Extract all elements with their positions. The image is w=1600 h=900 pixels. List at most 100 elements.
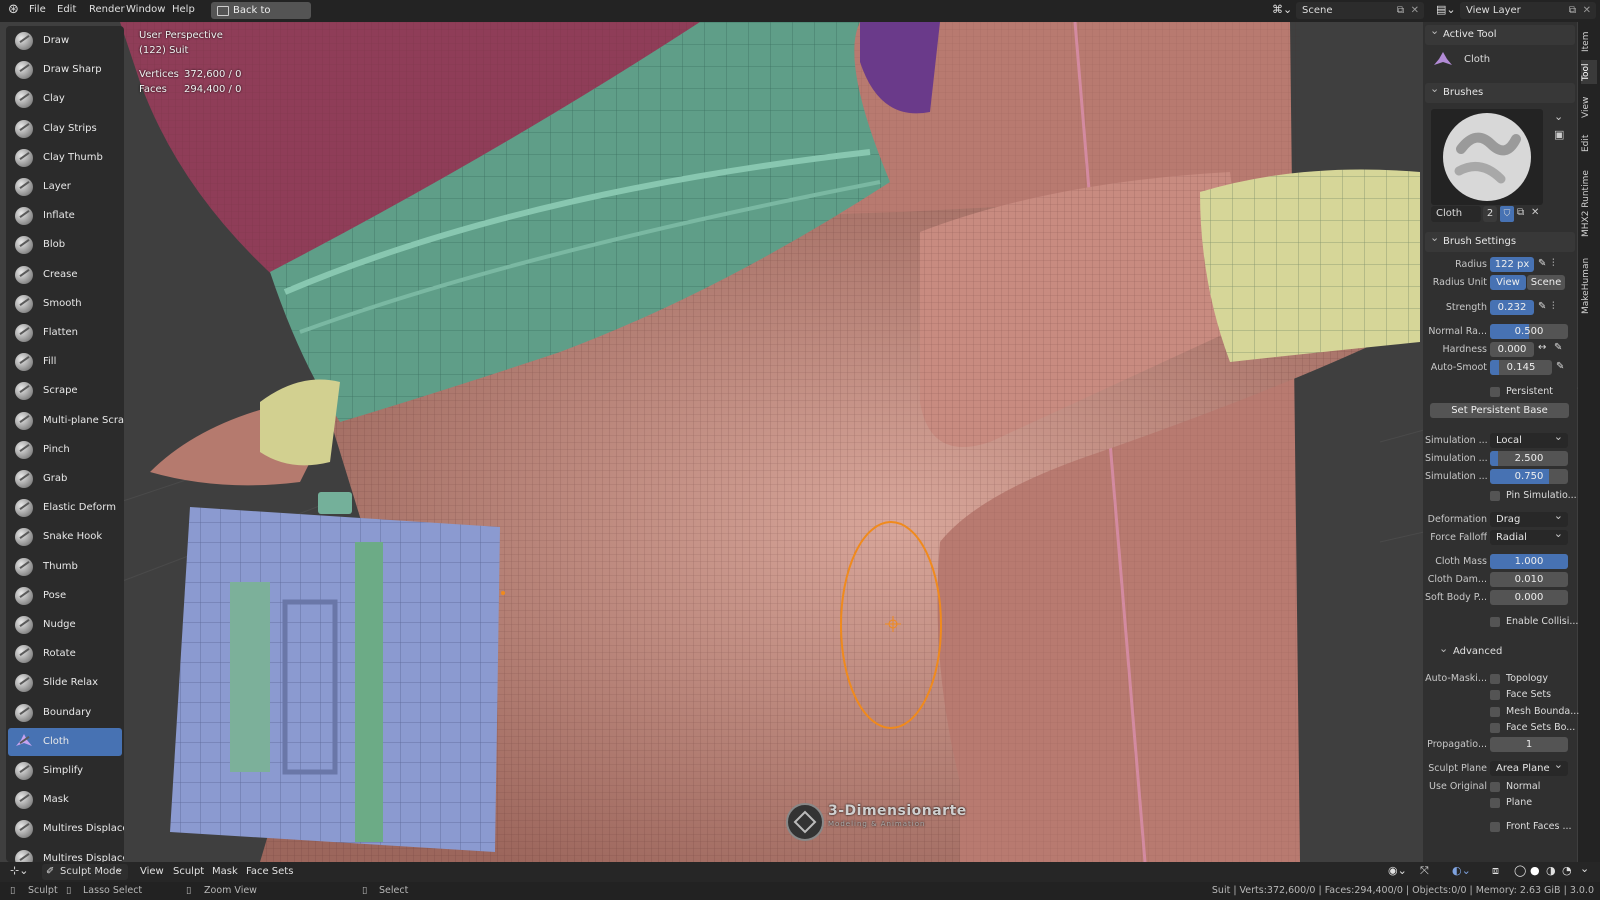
menu-file[interactable]: File — [29, 4, 46, 15]
scene-selector-icon[interactable]: ⌘⌄ — [1272, 3, 1292, 16]
brushes-panel-header[interactable]: Brushes — [1425, 79, 1575, 103]
duplicate-brush-icon[interactable]: ⧉ — [1517, 207, 1524, 218]
back-to-previous-button[interactable]: Back to Previous — [211, 2, 311, 33]
tool-multires-displace[interactable]: Multires Displace... — [8, 815, 124, 843]
tool-clay-strips[interactable]: Clay Strips — [8, 115, 122, 143]
tool-crease[interactable]: Crease — [8, 261, 122, 289]
set-persistent-base-button[interactable]: Set Persistent Base — [1430, 403, 1569, 418]
3d-viewport[interactable]: 3-Dimensionarte Modeling & Animation — [0, 22, 1600, 862]
menu-help[interactable]: Help — [172, 4, 195, 15]
use-original-plane-checkbox[interactable]: Plane — [1490, 797, 1532, 809]
radius-unit-view-button[interactable]: View — [1490, 275, 1526, 290]
pressure-pen-icon[interactable]: ✎ — [1556, 361, 1564, 372]
tool-draw-sharp[interactable]: Draw Sharp — [8, 56, 122, 84]
tool-layer[interactable]: Layer — [8, 173, 122, 201]
cloth-damping-slider[interactable]: 0.010 — [1490, 572, 1568, 587]
simulation-area-dropdown[interactable]: Local — [1490, 429, 1568, 448]
active-tool-panel-header[interactable]: Active Tool — [1425, 21, 1575, 45]
gizmo-icon[interactable]: ⤧ — [1420, 864, 1429, 878]
tab-edit[interactable]: Edit — [1581, 130, 1597, 156]
sculpt-plane-dropdown[interactable]: Area Plane — [1490, 757, 1568, 776]
tool-slide-relax[interactable]: Slide Relax — [8, 669, 122, 697]
auto-mask-face-sets-boundary-checkbox[interactable]: Face Sets Bo... — [1490, 722, 1575, 734]
tool-rotate[interactable]: Rotate — [8, 640, 122, 668]
material-shading-icon[interactable]: ◑ — [1546, 864, 1556, 877]
rendered-shading-icon[interactable]: ◔ — [1562, 864, 1572, 877]
unlink-brush-icon[interactable]: ✕ — [1531, 207, 1539, 218]
front-faces-checkbox[interactable]: Front Faces ... — [1490, 821, 1572, 833]
tool-thumb[interactable]: Thumb — [8, 553, 122, 581]
radius-unit-scene-button[interactable]: Scene — [1527, 275, 1565, 290]
tool-multi-plane-scrape[interactable]: Multi-plane Scrape — [8, 407, 124, 435]
tool-blob[interactable]: Blob — [8, 231, 122, 259]
solid-shading-icon[interactable]: ● — [1530, 864, 1540, 877]
persistent-checkbox[interactable]: Persistent — [1490, 386, 1553, 398]
tool-multires-displace[interactable]: Multires Displace... — [8, 845, 124, 862]
overlays-icon[interactable]: ◐⌄ — [1452, 864, 1471, 877]
tool-inflate[interactable]: Inflate — [8, 202, 122, 230]
tool-flatten[interactable]: Flatten — [8, 319, 122, 347]
editor-type-icon[interactable]: ⊹⌄ — [10, 864, 28, 877]
brush-name-field[interactable]: Cloth — [1431, 206, 1481, 222]
menu-edit[interactable]: Edit — [57, 4, 76, 15]
tab-tool[interactable]: Tool — [1581, 60, 1597, 84]
pressure-pen-icon[interactable]: ✎ — [1538, 301, 1546, 312]
tool-elastic-deform[interactable]: Elastic Deform — [8, 494, 122, 522]
tab-item[interactable]: Item — [1581, 28, 1597, 56]
chevron-down-icon[interactable]: ⌄ — [1580, 862, 1589, 875]
brush-preview[interactable] — [1431, 109, 1543, 205]
tool-fill[interactable]: Fill — [8, 348, 122, 376]
deformation-dropdown[interactable]: Drag — [1490, 508, 1568, 527]
menu-render[interactable]: Render — [89, 4, 125, 15]
unified-settings-icon[interactable]: ⫶ — [1552, 258, 1555, 269]
auto-smooth-slider[interactable]: 0.145 — [1490, 360, 1552, 375]
tab-makehuman[interactable]: MakeHuman — [1581, 250, 1597, 322]
tool-pinch[interactable]: Pinch — [8, 436, 122, 464]
auto-mask-face-sets-checkbox[interactable]: Face Sets — [1490, 689, 1551, 701]
tool-smooth[interactable]: Smooth — [8, 290, 122, 318]
invert-arrows-icon[interactable]: ↔ — [1538, 342, 1546, 353]
tool-boundary[interactable]: Boundary — [8, 699, 122, 727]
menu-face-sets[interactable]: Face Sets — [246, 866, 293, 877]
tool-draw[interactable]: Draw — [8, 27, 122, 55]
tool-simplify[interactable]: Simplify — [8, 757, 122, 785]
close-icon[interactable]: ✕ — [1411, 2, 1419, 19]
close-icon[interactable]: ✕ — [1583, 2, 1591, 19]
tool-clay-thumb[interactable]: Clay Thumb — [8, 144, 122, 172]
auto-mask-topology-checkbox[interactable]: Topology — [1490, 673, 1548, 685]
enable-collisions-checkbox[interactable]: Enable Collisi... — [1490, 616, 1578, 628]
chevron-down-icon[interactable]: ⌄ — [1554, 110, 1563, 123]
menu-window[interactable]: Window — [126, 4, 165, 15]
pressure-pen-icon[interactable]: ✎ — [1554, 342, 1562, 353]
simulation-limit-slider[interactable]: 2.500 — [1490, 451, 1568, 466]
menu-view[interactable]: View — [140, 866, 164, 877]
image-icon[interactable]: ▣ — [1554, 128, 1564, 141]
use-original-normal-checkbox[interactable]: Normal — [1490, 781, 1540, 793]
tool-cloth[interactable]: Cloth — [8, 727, 122, 756]
normal-radius-slider[interactable]: 0.500 — [1490, 324, 1568, 339]
menu-mask[interactable]: Mask — [212, 866, 238, 877]
hardness-slider[interactable]: 0.000 — [1490, 342, 1534, 357]
mode-selector[interactable]: ✐ Sculpt Mode ⌄ — [42, 862, 128, 880]
soft-body-slider[interactable]: 0.000 — [1490, 590, 1568, 605]
cloth-mass-slider[interactable]: 1.000 — [1490, 554, 1568, 569]
blender-logo-icon[interactable]: ⊛ — [8, 2, 19, 17]
tool-pose[interactable]: Pose — [8, 582, 122, 610]
tool-grab[interactable]: Grab — [8, 465, 122, 493]
unified-settings-icon[interactable]: ⫶ — [1552, 301, 1555, 312]
advanced-subpanel-header[interactable]: ⌄ Advanced — [1439, 642, 1502, 657]
brush-users-count[interactable]: 2 — [1483, 206, 1497, 222]
simulation-falloff-slider[interactable]: 0.750 — [1490, 469, 1568, 484]
pin-simulation-checkbox[interactable]: Pin Simulatio... — [1490, 490, 1577, 502]
copy-scene-icon[interactable]: ⧉ — [1397, 2, 1404, 19]
tool-snake-hook[interactable]: Snake Hook — [8, 523, 122, 551]
tool-scrape[interactable]: Scrape — [8, 377, 122, 405]
auto-mask-mesh-boundary-checkbox[interactable]: Mesh Bounda... — [1490, 706, 1579, 718]
wireframe-shading-icon[interactable]: ◯ — [1514, 864, 1526, 877]
tab-view[interactable]: View — [1581, 92, 1597, 122]
tool-clay[interactable]: Clay — [8, 85, 122, 113]
visibility-eye-icon[interactable]: ◉⌄ — [1388, 864, 1407, 877]
fake-user-shield-icon[interactable]: ⛉ — [1500, 206, 1514, 222]
strength-field[interactable]: 0.232 — [1490, 300, 1534, 315]
tool-nudge[interactable]: Nudge — [8, 611, 122, 639]
